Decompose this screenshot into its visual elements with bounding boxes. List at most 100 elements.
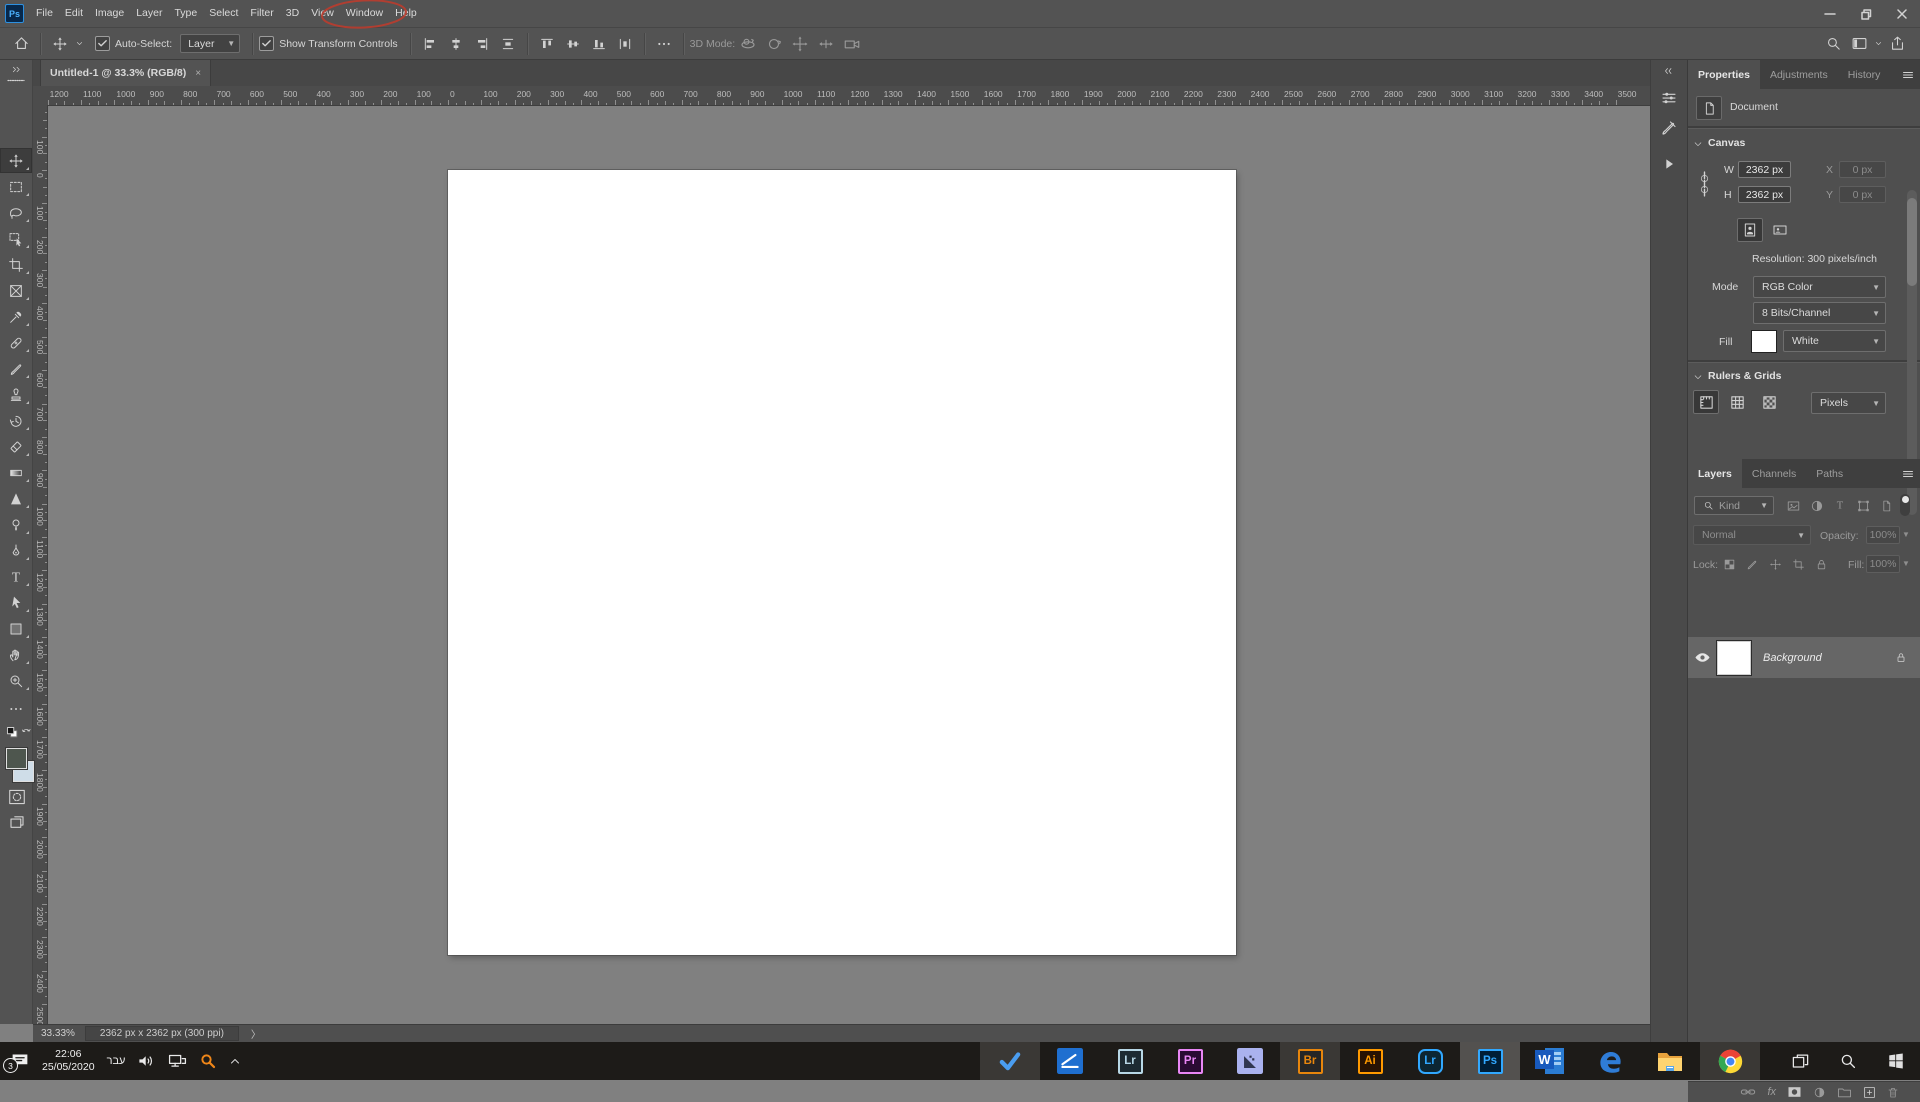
lock-position-icon[interactable]	[1767, 557, 1784, 572]
taskbar-app-bridge[interactable]: Br	[1280, 1042, 1340, 1080]
link-layers-icon[interactable]	[1740, 1086, 1756, 1098]
libraries-panel-icon[interactable]	[1657, 152, 1681, 176]
lock-artboard-icon[interactable]	[1790, 557, 1807, 572]
taskbar-app-premiere-pro[interactable]: Pr	[1160, 1042, 1220, 1080]
color-mode-dropdown[interactable]: RGB Color ▼	[1753, 276, 1886, 298]
fill-color-swatch[interactable]	[1751, 330, 1777, 353]
tab-layers[interactable]: Layers	[1688, 459, 1742, 488]
taskbar-app-lightroom-classic[interactable]: Lr	[1100, 1042, 1160, 1080]
distribute-horizontal-icon[interactable]	[495, 32, 521, 56]
new-layer-icon[interactable]	[1863, 1086, 1876, 1099]
show-transform-checkbox[interactable]	[259, 36, 275, 51]
filter-smart-objects-icon[interactable]	[1878, 498, 1894, 514]
lock-all-icon[interactable]	[1813, 556, 1830, 572]
filter-adjustment-layers-icon[interactable]	[1808, 498, 1826, 514]
fill-amount-field[interactable]: 100%	[1866, 555, 1900, 573]
brush-tool[interactable]	[0, 356, 32, 381]
status-options-chevron[interactable]: 〉	[251, 1026, 261, 1041]
taskbar-app-scan-app[interactable]	[1040, 1042, 1100, 1080]
toggle-grid-button[interactable]	[1724, 390, 1750, 414]
tab-paths[interactable]: Paths	[1806, 459, 1853, 488]
language-indicator[interactable]: עבר	[107, 1055, 126, 1067]
new-group-folder-icon[interactable]	[1837, 1086, 1852, 1098]
task-view-button[interactable]	[1778, 1042, 1822, 1080]
close-button[interactable]	[1884, 0, 1920, 27]
clone-stamp-tool[interactable]	[0, 382, 32, 407]
align-top-icon[interactable]	[534, 32, 560, 56]
lasso-tool[interactable]	[0, 200, 32, 225]
panel-menu-icon[interactable]	[1895, 60, 1920, 89]
move-tool-preset-icon[interactable]	[47, 32, 73, 56]
distribute-vertical-icon[interactable]	[612, 32, 638, 56]
document-tab[interactable]: Untitled-1 @ 33.3% (RGB/8) ×	[40, 60, 212, 86]
delete-layer-trash-icon[interactable]	[1887, 1086, 1899, 1099]
notification-center-icon[interactable]: 3	[3, 1052, 30, 1073]
opacity-chevron-icon[interactable]: ▼	[1902, 530, 1910, 539]
layer-lock-icon[interactable]	[1895, 651, 1907, 664]
share-icon[interactable]	[1884, 32, 1910, 56]
tab-adjustments[interactable]: Adjustments	[1760, 60, 1838, 89]
sharpen-tool[interactable]	[0, 486, 32, 511]
object-selection-tool[interactable]	[0, 226, 32, 251]
align-center-horizontal-icon[interactable]	[443, 32, 469, 56]
link-dimensions-icon[interactable]	[1698, 164, 1710, 204]
layer-name[interactable]: Background	[1763, 652, 1822, 664]
menu-image[interactable]: Image	[89, 0, 130, 27]
lock-pixels-icon[interactable]	[1744, 557, 1761, 572]
align-right-icon[interactable]	[469, 32, 495, 56]
horizontal-ruler[interactable]: 1200 1100 1000 900 800 700 600 500 400 300 200 100 0…	[47, 86, 1650, 106]
hand-tool[interactable]	[0, 642, 32, 667]
rulers-grids-header[interactable]: Rulers & Grids	[1708, 370, 1782, 382]
toolbar-grip[interactable]	[0, 75, 32, 85]
zoom-level-field[interactable]: 33.33%	[33, 1028, 85, 1039]
taskbar-app-capture-app[interactable]	[1220, 1042, 1280, 1080]
taskbar-clock[interactable]: 22:06 25/05/2020	[42, 1048, 95, 1074]
height-field[interactable]: 2362 px	[1738, 186, 1791, 203]
3d-camera-icon[interactable]	[839, 32, 865, 56]
orange-search-tray-icon[interactable]	[199, 1052, 217, 1070]
menu-help[interactable]: Help	[389, 0, 423, 27]
filter-shape-layers-icon[interactable]	[1854, 498, 1872, 514]
menu-type[interactable]: Type	[168, 0, 203, 27]
toolbar-ellipsis-tool[interactable]	[0, 696, 32, 721]
rectangle-tool[interactable]	[0, 616, 32, 641]
taskbar-app-word[interactable]: W	[1520, 1042, 1580, 1080]
opacity-field[interactable]: 100%	[1866, 526, 1900, 544]
3d-roll-icon[interactable]	[761, 32, 787, 56]
layer-visibility-eye-icon[interactable]	[1688, 651, 1717, 664]
move-tool-tool[interactable]	[0, 148, 32, 173]
home-icon[interactable]	[8, 32, 34, 56]
foreground-color-swatch[interactable]	[6, 748, 27, 769]
filter-type-layers-icon[interactable]: T	[1832, 497, 1848, 513]
start-button[interactable]	[1874, 1042, 1918, 1080]
tab-properties[interactable]: Properties	[1688, 60, 1760, 89]
auto-select-checkbox[interactable]	[95, 36, 110, 51]
volume-icon[interactable]	[137, 1053, 156, 1069]
type-tool[interactable]: T	[0, 564, 32, 589]
lock-transparency-icon[interactable]	[1721, 557, 1738, 572]
add-layer-mask-icon[interactable]	[1787, 1086, 1802, 1098]
tab-channels[interactable]: Channels	[1742, 459, 1806, 488]
taskbar-app-illustrator[interactable]: Ai	[1340, 1042, 1400, 1080]
search-icon[interactable]	[1820, 32, 1846, 56]
align-left-icon[interactable]	[417, 32, 443, 56]
properties-panel-icon[interactable]	[1657, 86, 1681, 110]
menu-edit[interactable]: Edit	[59, 0, 89, 27]
layer-thumbnail[interactable]	[1717, 640, 1751, 675]
dodge-tool[interactable]	[0, 512, 32, 537]
ruler-origin-corner[interactable]	[33, 86, 48, 106]
section-collapse-chevron-icon[interactable]	[1692, 371, 1704, 383]
layer-filter-kind-dropdown[interactable]: Kind ▼	[1694, 496, 1774, 515]
menu-layer[interactable]: Layer	[130, 0, 168, 27]
history-brush-tool[interactable]	[0, 408, 32, 433]
restore-button[interactable]	[1848, 0, 1884, 27]
toggle-transparency-button[interactable]	[1756, 390, 1782, 414]
more-options-icon[interactable]	[651, 32, 677, 56]
orientation-portrait-button[interactable]	[1737, 218, 1763, 242]
menu-select[interactable]: Select	[203, 0, 244, 27]
crop-tool[interactable]	[0, 252, 32, 277]
orientation-landscape-button[interactable]	[1767, 218, 1793, 242]
taskbar-app-lightroom-cc[interactable]: Lr	[1400, 1042, 1460, 1080]
canvas-section-header[interactable]: Canvas	[1708, 137, 1745, 149]
eraser-tool[interactable]	[0, 434, 32, 459]
